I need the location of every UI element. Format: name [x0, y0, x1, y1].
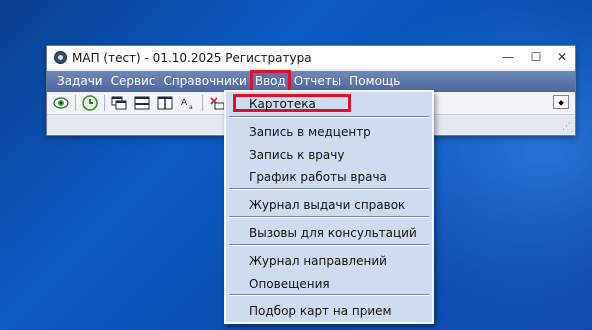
menu-separator	[229, 294, 429, 296]
menu-input[interactable]: Ввод	[249, 70, 291, 93]
menu-item-notifications[interactable]: Оповещения	[249, 277, 330, 291]
toolbar-separator	[104, 95, 105, 111]
menu-reports[interactable]: Отчеты	[290, 71, 345, 92]
svg-text:a: a	[189, 104, 193, 110]
window-title: МАП (тест) - 01.10.2025 Регистратура	[72, 50, 312, 65]
svg-text:A: A	[181, 98, 188, 108]
menu-separator	[229, 116, 429, 118]
menu-separator	[229, 188, 429, 190]
input-menu-dropdown: Картотека Запись в медцентр Запись к вра…	[224, 90, 434, 324]
split-vertical-icon[interactable]	[156, 95, 174, 111]
split-horizontal-icon[interactable]	[133, 95, 151, 111]
menu-item-referrals-log[interactable]: Журнал направлений	[249, 254, 387, 268]
menu-item-certificates-log[interactable]: Журнал выдачи справок	[249, 198, 405, 212]
font-size-icon[interactable]: Aa	[179, 95, 197, 111]
resize-grip[interactable]: ⋰	[562, 122, 571, 132]
menu-item-consultation-calls[interactable]: Вызовы для консультаций	[249, 226, 417, 240]
menu-item-medcenter-booking[interactable]: Запись в медцентр	[249, 125, 371, 139]
close-button[interactable]: ✕	[549, 46, 575, 69]
app-icon	[54, 51, 67, 64]
windows-icon[interactable]	[110, 95, 128, 111]
menu-bar: Задачи Сервис Справочники Ввод Отчеты По…	[47, 70, 575, 93]
menu-item-doctor-schedule[interactable]: График работы врача	[249, 170, 387, 184]
toolbar-separator	[202, 95, 203, 111]
menu-references[interactable]: Справочники	[159, 71, 250, 92]
maximize-button[interactable]: ☐	[523, 46, 549, 69]
menu-item-card-index[interactable]: Картотека	[249, 97, 316, 111]
menu-item-card-selection[interactable]: Подбор карт на прием	[249, 304, 392, 318]
title-bar[interactable]: МАП (тест) - 01.10.2025 Регистратура — ☐…	[47, 46, 575, 69]
toolbar-combo-arrow[interactable]: ⬥	[553, 95, 569, 109]
menu-tasks[interactable]: Задачи	[53, 71, 107, 92]
menu-separator	[229, 244, 429, 246]
minimize-button[interactable]: —	[495, 46, 521, 69]
clock-icon[interactable]	[81, 95, 99, 111]
menu-separator	[229, 216, 429, 218]
menu-help[interactable]: Помощь	[345, 71, 404, 92]
menu-item-doctor-booking[interactable]: Запись к врачу	[249, 148, 344, 162]
toolbar-separator	[75, 95, 76, 111]
eye-icon[interactable]	[52, 95, 70, 111]
menu-service[interactable]: Сервис	[107, 71, 160, 92]
